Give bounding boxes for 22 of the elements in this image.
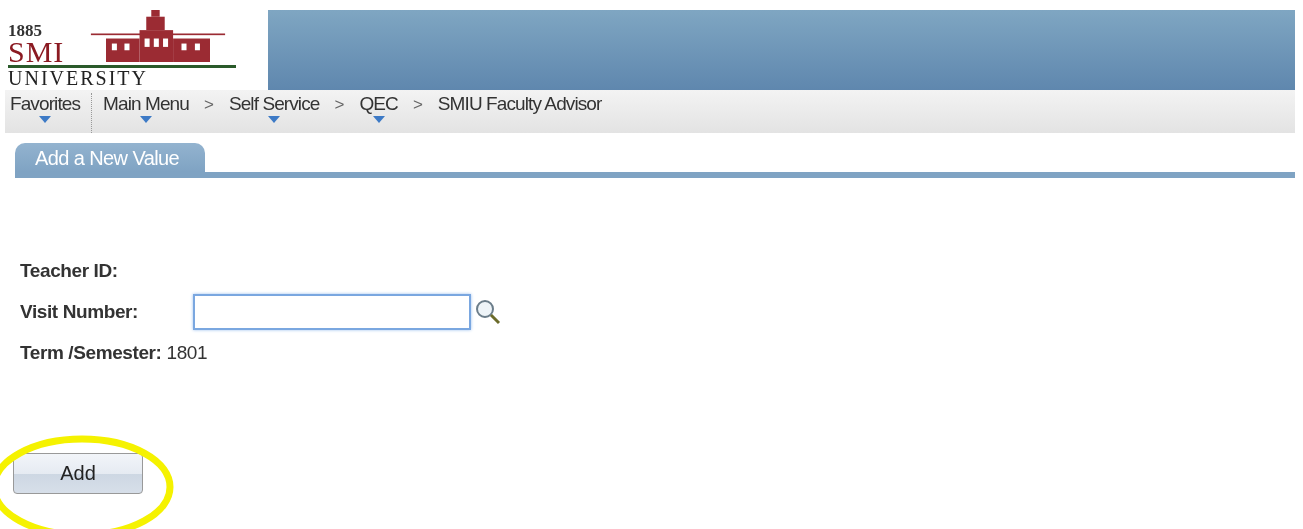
dropdown-arrow-icon[interactable] <box>140 116 152 123</box>
breadcrumb-separator: > <box>202 94 215 115</box>
dropdown-arrow-icon[interactable] <box>39 116 51 123</box>
nav-link[interactable]: Main Menu <box>103 93 189 115</box>
add-button[interactable]: Add <box>13 453 143 494</box>
field-value: 1801 <box>166 341 208 364</box>
nav-link[interactable]: SMIU Faculty Advisor <box>437 93 602 115</box>
dropdown-arrow-icon[interactable] <box>372 116 385 123</box>
nav-link[interactable]: Self Service <box>228 93 320 115</box>
logo-subtitle: UNIVERSITY <box>8 68 149 88</box>
breadcrumb-separator: > <box>411 94 424 115</box>
field-label: Teacher ID: <box>20 259 118 282</box>
field-label: Term /Semester: <box>20 341 162 364</box>
breadcrumb-separator: > <box>333 94 346 115</box>
search-icon[interactable] <box>474 297 502 326</box>
nav-link[interactable]: Favorites <box>10 93 81 115</box>
nav-link[interactable]: QEC <box>359 93 398 115</box>
field-label: Visit Number: <box>20 300 139 323</box>
logo-name: SMI <box>8 39 66 65</box>
logo-year: 1885 <box>8 23 43 39</box>
dropdown-arrow-icon[interactable] <box>268 116 281 123</box>
input-field[interactable] <box>193 293 471 330</box>
